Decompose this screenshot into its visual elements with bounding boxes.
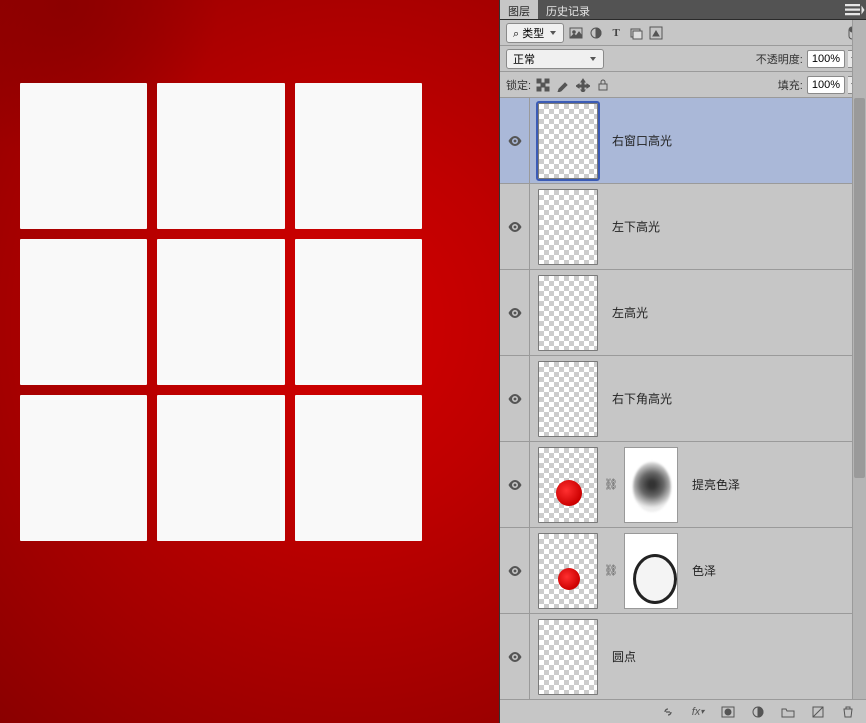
link-layers-icon[interactable]	[660, 704, 676, 720]
layer-bottom-bar: fx▾	[500, 699, 866, 723]
mask-thumbnail[interactable]	[624, 447, 678, 523]
tab-history[interactable]: 历史记录	[538, 0, 598, 19]
scrollbar-thumb[interactable]	[854, 98, 865, 478]
visibility-eye-icon[interactable]	[500, 442, 530, 527]
lock-paint-icon[interactable]	[555, 77, 571, 93]
filter-type-icon[interactable]: T	[608, 25, 624, 41]
layer-thumbs	[530, 275, 606, 351]
layer-thumbnail[interactable]	[538, 361, 598, 437]
mask-link-icon[interactable]: ⛓	[604, 564, 618, 577]
tile	[295, 83, 422, 229]
layer-name[interactable]: 右窗口高光	[606, 132, 672, 149]
layer-row[interactable]: 右窗口高光	[500, 98, 866, 184]
layer-thumbs	[530, 361, 606, 437]
lock-fill-row: 锁定: 填充: 100%	[500, 72, 866, 98]
layer-thumbs	[530, 619, 606, 695]
fill-label: 填充:	[778, 77, 803, 93]
layer-thumbs: ⛓	[530, 533, 686, 609]
visibility-eye-icon[interactable]	[500, 184, 530, 269]
layer-row[interactable]: ⛓ 色泽	[500, 528, 866, 614]
layer-name[interactable]: 色泽	[686, 562, 716, 579]
group-icon[interactable]	[780, 704, 796, 720]
layer-thumbnail[interactable]	[538, 275, 598, 351]
layer-row[interactable]: 左高光	[500, 270, 866, 356]
layer-thumbs	[530, 189, 606, 265]
tile	[295, 395, 422, 541]
layer-row[interactable]: ⛓ 提亮色泽	[500, 442, 866, 528]
layer-name[interactable]: 右下角高光	[606, 390, 672, 407]
blend-opacity-row: 正常 不透明度: 100%	[500, 46, 866, 72]
tile	[20, 239, 147, 385]
layer-thumbnail[interactable]	[538, 619, 598, 695]
layer-filter-dropdown[interactable]: ⌕ 类型	[506, 23, 564, 43]
layer-name[interactable]: 提亮色泽	[686, 476, 740, 493]
mask-link-icon[interactable]: ⛓	[604, 478, 618, 491]
visibility-eye-icon[interactable]	[500, 528, 530, 613]
visibility-eye-icon[interactable]	[500, 356, 530, 441]
layer-thumbnail[interactable]	[538, 447, 598, 523]
layer-name[interactable]: 左下高光	[606, 218, 660, 235]
filter-adjust-icon[interactable]	[588, 25, 604, 41]
layer-list: 右窗口高光左下高光左高光右下角高光 ⛓ 提亮色泽 ⛓ 色泽圆点	[500, 98, 866, 699]
lock-transparency-icon[interactable]	[535, 77, 551, 93]
fill-input[interactable]: 100%	[807, 76, 845, 94]
add-mask-icon[interactable]	[720, 704, 736, 720]
tile-grid	[20, 83, 422, 541]
lock-label: 锁定:	[506, 77, 531, 93]
filter-image-icon[interactable]	[568, 25, 584, 41]
layer-thumbnail[interactable]	[538, 103, 598, 179]
visibility-eye-icon[interactable]	[500, 98, 530, 183]
layer-row[interactable]: 右下角高光	[500, 356, 866, 442]
layers-panel: 图层 历史记录 ⌕ 类型 T 正常 不透明度: 100% 锁定:	[499, 0, 866, 723]
mask-thumbnail[interactable]	[624, 533, 678, 609]
layer-thumbnail[interactable]	[538, 189, 598, 265]
tile	[20, 395, 147, 541]
tile	[295, 239, 422, 385]
canvas[interactable]	[0, 0, 499, 723]
scrollbar[interactable]	[852, 20, 866, 699]
tile	[157, 395, 284, 541]
blend-mode-dropdown[interactable]: 正常	[506, 49, 604, 69]
adjustment-layer-icon[interactable]	[750, 704, 766, 720]
panel-tabs: 图层 历史记录	[500, 0, 866, 20]
opacity-label: 不透明度:	[756, 51, 803, 67]
layer-thumbs: ⛓	[530, 447, 686, 523]
opacity-input[interactable]: 100%	[807, 50, 845, 68]
filter-smart-icon[interactable]	[648, 25, 664, 41]
visibility-eye-icon[interactable]	[500, 270, 530, 355]
blend-mode-value: 正常	[513, 51, 535, 67]
filter-shape-icon[interactable]	[628, 25, 644, 41]
layer-row[interactable]: 圆点	[500, 614, 866, 699]
filter-label: ⌕ 类型	[513, 25, 544, 41]
visibility-eye-icon[interactable]	[500, 614, 530, 699]
panel-menu-button[interactable]	[842, 0, 866, 19]
fx-icon[interactable]: fx▾	[690, 704, 706, 720]
tile	[20, 83, 147, 229]
tile	[157, 239, 284, 385]
layer-filter-row: ⌕ 类型 T	[500, 20, 866, 46]
delete-layer-icon[interactable]	[840, 704, 856, 720]
layer-name[interactable]: 圆点	[606, 648, 636, 665]
new-layer-icon[interactable]	[810, 704, 826, 720]
layer-thumbnail[interactable]	[538, 533, 598, 609]
lock-position-icon[interactable]	[575, 77, 591, 93]
tab-layers[interactable]: 图层	[500, 0, 538, 19]
tile	[157, 83, 284, 229]
lock-all-icon[interactable]	[595, 77, 611, 93]
layer-name[interactable]: 左高光	[606, 304, 648, 321]
layer-thumbs	[530, 103, 606, 179]
layer-row[interactable]: 左下高光	[500, 184, 866, 270]
